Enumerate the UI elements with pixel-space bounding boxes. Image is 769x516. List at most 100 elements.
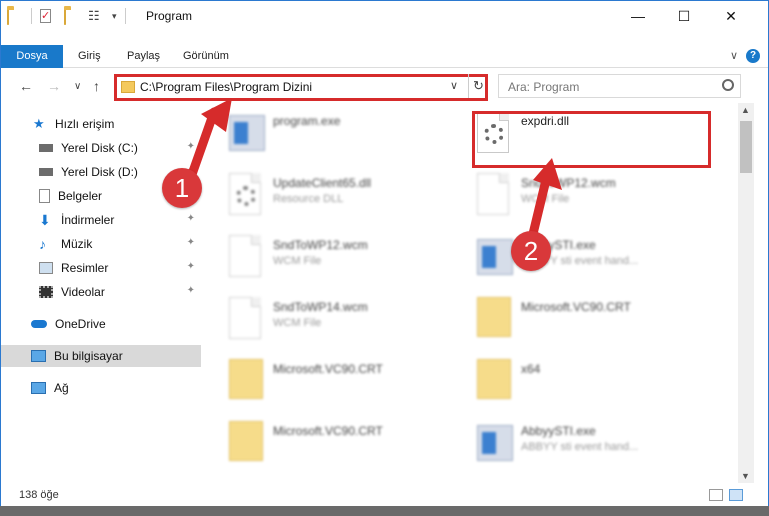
folder-icon xyxy=(121,81,135,93)
help-icon[interactable]: ? xyxy=(746,49,760,63)
file-item[interactable]: SndToWP12.wcm WCM File xyxy=(455,169,705,225)
status-bar: 138 öğe xyxy=(1,485,768,507)
folder-icon xyxy=(229,421,263,463)
folder-icon[interactable] xyxy=(7,8,23,25)
computer-icon xyxy=(31,350,46,362)
sidebar-item-quick-access[interactable]: ★ Hızlı erişim xyxy=(1,113,201,135)
sidebar-item-downloads[interactable]: ⬇ İndirmeler ✦ xyxy=(1,209,201,231)
music-icon: ♪ xyxy=(39,236,46,252)
sidebar-item-pictures[interactable]: Resimler ✦ xyxy=(1,257,201,279)
view-options-icon[interactable]: ☷ xyxy=(88,8,104,24)
pictures-icon xyxy=(39,262,53,274)
close-button[interactable]: ✕ xyxy=(708,1,754,31)
file-item[interactable]: AbbyySTI.exe ABBYY sti event hand... xyxy=(455,417,705,473)
pin-icon[interactable]: ✦ xyxy=(187,285,195,296)
file-name: Microsoft.VC90.CRT xyxy=(273,424,383,438)
file-item[interactable]: Microsoft.VC90.CRT xyxy=(455,293,705,349)
sidebar-item-label: İndirmeler xyxy=(61,213,115,227)
customize-toolbar-icon[interactable]: ▾ xyxy=(112,11,117,22)
properties-icon[interactable]: ✓ xyxy=(40,8,56,24)
videos-icon xyxy=(39,286,53,298)
exe-icon xyxy=(477,235,513,277)
address-bar[interactable]: C:\Program Files\Program Dizini ∨ ↻ xyxy=(114,74,488,101)
maximize-button[interactable]: ☐ xyxy=(661,1,707,31)
scrollbar-thumb[interactable] xyxy=(740,121,752,173)
toolbar-separator xyxy=(124,8,126,24)
details-view-icon[interactable] xyxy=(709,489,723,501)
vertical-scrollbar[interactable]: ▲ ▼ xyxy=(738,103,754,483)
forward-button[interactable]: → xyxy=(47,78,61,94)
sidebar-item-onedrive[interactable]: OneDrive xyxy=(1,313,201,335)
onedrive-icon xyxy=(31,320,47,328)
item-count: 138 öğe xyxy=(19,489,59,501)
sidebar-item-disk-c[interactable]: Yerel Disk (C:) ✦ xyxy=(1,137,201,159)
sidebar-item-label: Resimler xyxy=(61,261,109,275)
search-icon xyxy=(722,79,734,91)
pin-icon[interactable]: ✦ xyxy=(187,141,195,152)
file-item[interactable]: UpdateClient65.dll Resource DLL xyxy=(207,169,457,225)
quick-access-toolbar: ✓ ☷ ▾ xyxy=(7,8,126,25)
search-input[interactable]: Ara: Program xyxy=(498,74,741,98)
tab-share[interactable]: Paylaş xyxy=(116,45,171,68)
sidebar-item-this-pc[interactable]: Bu bilgisayar xyxy=(1,345,201,367)
drive-icon xyxy=(39,144,53,152)
file-item[interactable]: SndToWP12.wcm WCM File xyxy=(207,231,457,287)
drive-icon xyxy=(39,168,53,176)
tab-file[interactable]: Dosya xyxy=(1,45,63,68)
file-name: SndToWP12.wcm xyxy=(273,238,368,252)
new-folder-icon[interactable] xyxy=(64,8,80,25)
step-2-badge: 2 xyxy=(511,231,551,271)
back-button[interactable]: ← xyxy=(19,78,33,94)
refresh-button[interactable]: ↻ xyxy=(468,74,488,98)
collapse-ribbon-icon[interactable]: ∨ xyxy=(730,49,738,62)
desktop-background xyxy=(0,506,769,516)
sidebar-item-network[interactable]: Ağ xyxy=(1,377,201,399)
large-icons-view-icon[interactable] xyxy=(729,489,743,501)
toolbar-separator xyxy=(31,8,32,24)
scroll-up-icon[interactable]: ▲ xyxy=(741,105,750,115)
sidebar-item-label: Hızlı erişim xyxy=(55,117,115,131)
navigation-bar: ← → ∨ ↑ C:\Program Files\Program Dizini … xyxy=(1,71,768,103)
file-item[interactable]: Microsoft.VC90.CRT xyxy=(207,355,457,411)
exe-icon xyxy=(477,421,513,463)
sidebar-item-label: Yerel Disk (C:) xyxy=(61,141,138,155)
dll-icon xyxy=(229,173,263,215)
file-name: Microsoft.VC90.CRT xyxy=(273,362,383,376)
file-item[interactable]: SndToWP14.wcm WCM File xyxy=(207,293,457,349)
step-1-badge: 1 xyxy=(162,168,202,208)
exe-icon xyxy=(229,111,265,153)
recent-locations-button[interactable]: ∨ xyxy=(74,81,81,92)
file-item[interactable]: x64 xyxy=(455,355,705,411)
scroll-down-icon[interactable]: ▼ xyxy=(741,471,750,481)
sidebar-item-label: Yerel Disk (D:) xyxy=(61,165,138,179)
file-item[interactable]: Microsoft.VC90.CRT xyxy=(207,417,457,473)
address-path[interactable]: C:\Program Files\Program Dizini xyxy=(140,80,312,94)
title-bar: ✓ ☷ ▾ Program — ☐ ✕ xyxy=(1,1,768,31)
navigation-pane: ★ Hızlı erişim Yerel Disk (C:) ✦ Yerel D… xyxy=(1,107,203,482)
file-name: SndToWP14.wcm xyxy=(273,300,368,314)
pin-icon[interactable]: ✦ xyxy=(187,261,195,272)
up-button[interactable]: ↑ xyxy=(93,78,100,94)
sidebar-item-videos[interactable]: Videolar ✦ xyxy=(1,281,201,303)
folder-icon xyxy=(477,297,511,339)
sidebar-item-label: Ağ xyxy=(54,381,69,395)
address-dropdown-icon[interactable]: ∨ xyxy=(450,79,458,92)
window-title: Program xyxy=(146,9,193,23)
minimize-button[interactable]: — xyxy=(615,1,661,31)
sidebar-item-label: Videolar xyxy=(61,285,105,299)
document-icon xyxy=(477,173,511,215)
file-type: ABBYY sti event hand... xyxy=(521,441,639,453)
folder-icon xyxy=(477,359,511,401)
tab-home[interactable]: Giriş xyxy=(67,45,112,68)
file-item[interactable]: program.exe xyxy=(207,107,457,163)
sidebar-item-music[interactable]: ♪ Müzik ✦ xyxy=(1,233,201,255)
file-item[interactable]: AbbyySTI.exe ABBYY sti event hand... xyxy=(455,231,705,287)
tab-view[interactable]: Görünüm xyxy=(172,45,240,68)
file-type: Resource DLL xyxy=(273,193,344,205)
file-name: x64 xyxy=(521,362,541,376)
documents-icon xyxy=(39,189,50,203)
sidebar-item-label: Bu bilgisayar xyxy=(54,349,123,363)
pin-icon[interactable]: ✦ xyxy=(187,237,195,248)
sidebar-item-label: Müzik xyxy=(61,237,93,251)
pin-icon[interactable]: ✦ xyxy=(187,213,195,224)
